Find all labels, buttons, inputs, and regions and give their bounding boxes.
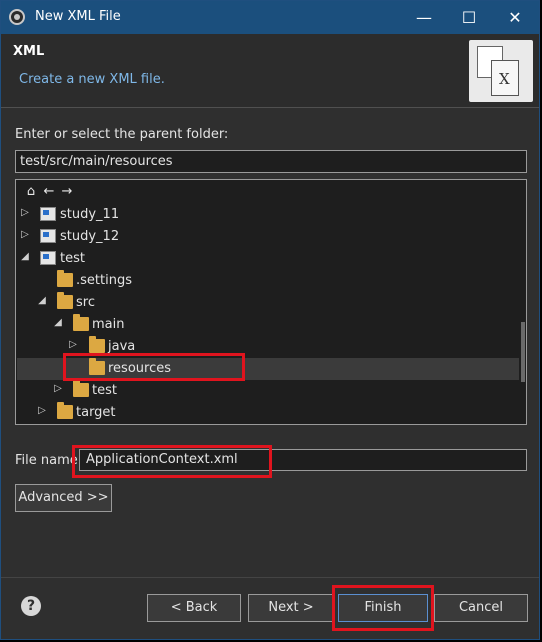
expand-icon[interactable]: ▷ [68,339,78,350]
tree-scrollbar[interactable] [521,322,525,382]
minimize-button[interactable]: — [401,1,447,34]
help-icon[interactable]: ? [21,596,41,616]
tree-item-label: .settings [76,273,132,288]
java-project-icon [40,229,56,243]
expand-icon[interactable]: ▷ [37,405,47,416]
wizard-header: XML Create a new XML file. X [1,34,539,107]
tree-item-settings[interactable]: .settings [17,270,519,292]
tree-item-label: test [92,383,117,398]
back-arrow-icon[interactable]: ← [40,184,58,199]
folder-tree[interactable]: ⌂ ← → ▷ study_11 ▷ study_12 ◢ test .settin… [15,179,527,425]
home-icon[interactable]: ⌂ [22,184,40,199]
xml-file-banner-icon: X [469,40,533,102]
advanced-button[interactable]: Advanced >> [15,484,112,512]
tree-item-label: test [60,251,85,266]
tree-item-test-project[interactable]: ◢ test [17,248,519,270]
window-title: New XML File [35,9,121,24]
folder-icon [73,380,89,397]
wizard-title: XML [13,44,45,59]
java-project-icon [40,207,56,221]
folder-icon [57,292,73,309]
parent-folder-label: Enter or select the parent folder: [15,127,229,142]
header-separator [1,107,539,108]
expand-icon[interactable]: ▷ [20,229,30,240]
parent-folder-input[interactable]: test/src/main/resources [15,150,527,173]
tree-item-target[interactable]: ▷ target [17,402,519,424]
tree-item-test-folder[interactable]: ▷ test [17,380,519,402]
folder-icon [89,336,105,353]
tree-item-label: src [76,295,95,310]
java-project-icon [40,251,56,265]
expand-icon[interactable]: ▷ [53,383,63,394]
tree-toolbar: ⌂ ← → [22,184,76,200]
folder-icon [57,270,73,287]
title-bar[interactable]: New XML File — ☐ ✕ [1,1,539,34]
tree-item-main[interactable]: ◢ main [17,314,519,336]
footer-separator [1,577,539,578]
next-button[interactable]: Next > [248,594,334,622]
collapse-icon[interactable]: ◢ [20,251,30,262]
finish-highlight-box [332,585,434,631]
tree-item-label: main [92,317,125,332]
eclipse-icon [9,9,25,25]
tree-item-src[interactable]: ◢ src [17,292,519,314]
expand-icon[interactable]: ▷ [20,207,30,218]
tree-item-study-11[interactable]: ▷ study_11 [17,204,519,226]
cancel-button[interactable]: Cancel [434,594,528,622]
file-name-highlight-box [72,445,272,478]
tree-item-study-12[interactable]: ▷ study_12 [17,226,519,248]
tree-item-label: java [108,339,136,354]
wizard-description: Create a new XML file. [19,72,165,87]
close-button[interactable]: ✕ [492,1,538,34]
collapse-icon[interactable]: ◢ [53,317,63,328]
folder-icon [57,402,73,419]
folder-icon [73,314,89,331]
new-xml-file-dialog: New XML File — ☐ ✕ XML Create a new XML … [0,0,540,640]
maximize-button[interactable]: ☐ [446,1,492,34]
resources-highlight-box [63,353,245,381]
tree-item-label: target [76,405,116,420]
collapse-icon[interactable]: ◢ [37,295,47,306]
tree-item-label: study_11 [60,207,120,222]
forward-arrow-icon[interactable]: → [58,184,76,199]
back-button[interactable]: < Back [147,594,241,622]
tree-item-label: study_12 [60,229,120,244]
